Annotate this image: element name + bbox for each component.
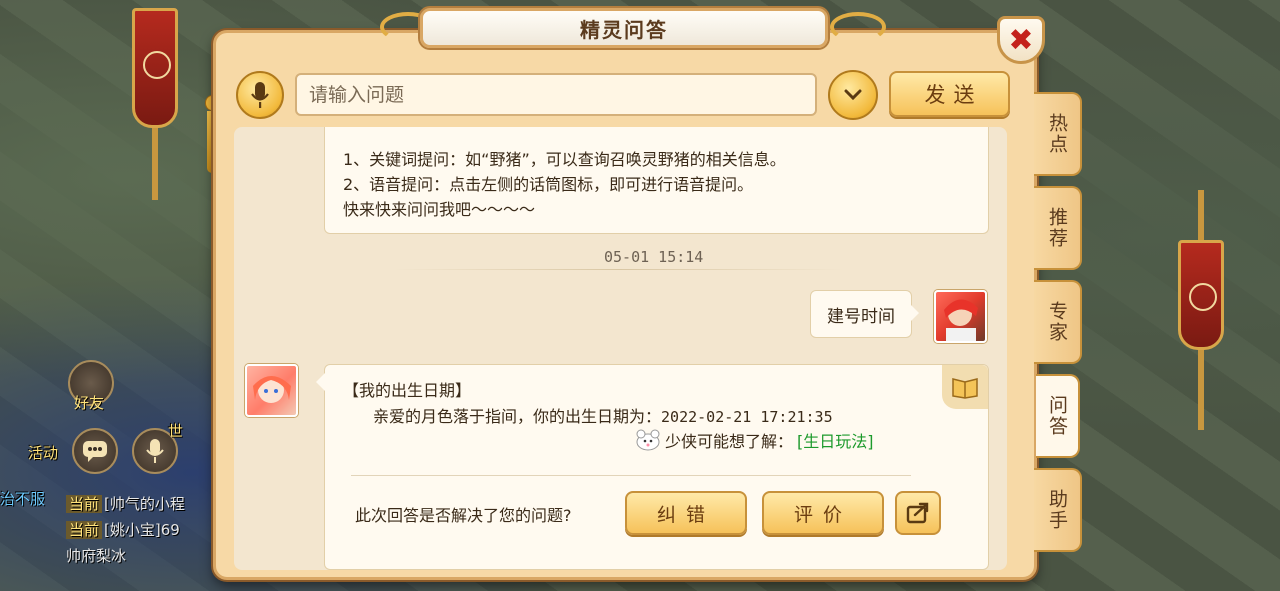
chat-bubble-icon[interactable]: [72, 428, 118, 474]
question-input[interactable]: [295, 73, 817, 116]
reply-title: 【我的出生日期】: [343, 381, 472, 400]
book-icon: [942, 365, 988, 409]
hint-text: 少侠可能想了解：: [665, 432, 794, 451]
banner-left: [132, 8, 178, 128]
close-button[interactable]: ✖: [997, 16, 1045, 64]
mascot-icon: [636, 429, 660, 451]
bot-reply-message: 【我的出生日期】 亲爱的月色落于指间，你的出生日期为：2022-02-21 17…: [316, 364, 989, 570]
world-label: 世: [168, 422, 184, 440]
world-chat-line: 帅府梨冰: [66, 547, 127, 565]
tab-assistant[interactable]: 助手: [1034, 468, 1082, 552]
spirit-avatar: [245, 364, 298, 417]
related-hint: 少侠可能想了解： [生日玩法]: [635, 428, 874, 452]
partial-left-text: 治不服: [0, 490, 46, 508]
microphone-icon: [251, 82, 269, 108]
send-button[interactable]: 发送: [889, 71, 1010, 117]
friends-button[interactable]: 好友: [68, 360, 114, 412]
tab-recommend[interactable]: 推荐: [1034, 186, 1082, 270]
reply-body-text: 亲爱的月色落于指间，你的出生日期为：: [373, 407, 662, 426]
user-message-text: 建号时间: [827, 306, 895, 327]
history-dropdown-button[interactable]: [828, 70, 878, 120]
birthday-gameplay-link[interactable]: [生日玩法]: [797, 428, 874, 452]
share-button[interactable]: [895, 491, 941, 535]
system-intro-message: 1、关键词提问：如“野猪”，可以查询召唤灵野猪的相关信息。 2、语音提问：点击左…: [324, 127, 989, 234]
title-bar: 精灵问答: [420, 8, 828, 48]
voice-input-button[interactable]: [236, 71, 284, 119]
title-ornament-right: [830, 12, 886, 42]
user-message: 建号时间: [810, 290, 919, 338]
message-timestamp: 05-01 15:14: [604, 248, 704, 266]
reply-body: 亲爱的月色落于指间，你的出生日期为：2022-02-21 17:21:35: [373, 403, 833, 427]
friends-label: 好友: [74, 394, 105, 412]
close-icon: ✖: [1008, 22, 1034, 58]
user-avatar[interactable]: [934, 290, 987, 343]
intro-line: 1、关键词提问：如“野猪”，可以查询召唤灵野猪的相关信息。: [343, 150, 786, 169]
intro-line: 快来快来问问我吧～～～～: [343, 200, 536, 219]
window-title: 精灵问答: [580, 17, 668, 42]
intro-line: 2、语音提问：点击左侧的话筒图标，即可进行语音提问。: [343, 175, 754, 194]
tab-expert[interactable]: 专家: [1034, 280, 1082, 364]
share-icon: [906, 502, 929, 524]
tab-qa[interactable]: 问答: [1036, 374, 1080, 458]
chevron-down-icon: [844, 89, 862, 101]
tab-hot[interactable]: 热点: [1034, 92, 1082, 176]
world-chat-line: 当前 [帅气的小程: [66, 493, 185, 514]
rate-button[interactable]: 评价: [762, 491, 884, 535]
divider: [351, 475, 911, 476]
activity-label[interactable]: 活动: [28, 442, 58, 463]
divider: [394, 269, 844, 270]
feedback-question: 此次回答是否解决了您的问题?: [355, 506, 572, 525]
banner-right: [1178, 240, 1224, 350]
correct-error-button[interactable]: 纠错: [625, 491, 747, 535]
world-chat-line: 当前 [姚小宝]69: [66, 519, 180, 540]
birth-date: 2022-02-21 17:21:35: [661, 408, 833, 426]
chat-history[interactable]: 1、关键词提问：如“野猪”，可以查询召唤灵野猪的相关信息。 2、语音提问：点击左…: [234, 127, 1007, 570]
